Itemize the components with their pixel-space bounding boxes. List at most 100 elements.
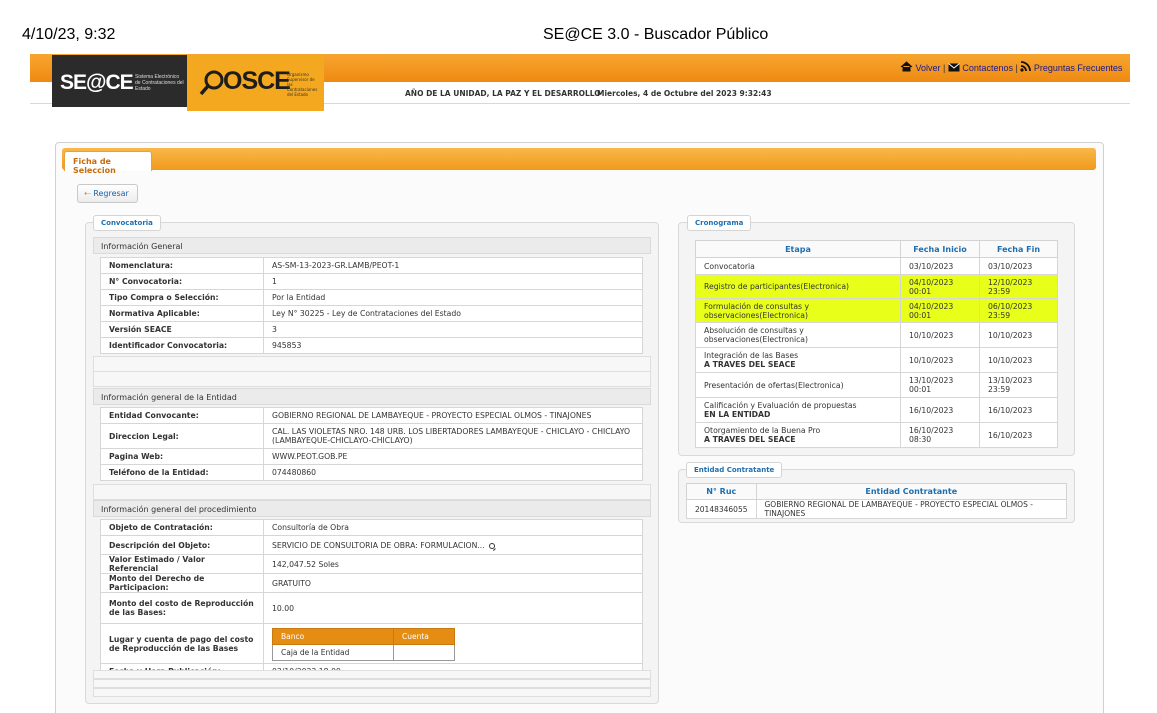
section-spacer xyxy=(93,371,651,387)
field-value: Ley N° 30225 - Ley de Contrataciones del… xyxy=(263,305,643,322)
field-label: Monto del costo de Reproducción de las B… xyxy=(100,592,264,624)
fecha-fin-cell: 16/10/2023 xyxy=(979,397,1058,423)
field-label: Valor Estimado / Valor Referencial xyxy=(100,554,264,574)
info-procedimiento-table: Objeto de Contratación: Consultoría de Ob… xyxy=(100,519,643,680)
volver-link[interactable]: Volver xyxy=(916,63,941,73)
field-value: Por la Entidad xyxy=(263,289,643,306)
etapa-cell: Calificación y Evaluación de propuestas E… xyxy=(695,397,901,423)
field-label: Descripción del Objeto: xyxy=(100,535,264,555)
field-label: Monto del Derecho de Participacion: xyxy=(100,573,264,593)
fecha-fin-cell: 13/10/2023 23:59 xyxy=(979,372,1058,398)
banco-value: Caja de la Entidad xyxy=(272,644,394,661)
table-row: Objeto de Contratación: Consultoría de Ob… xyxy=(100,519,643,536)
field-label: Objeto de Contratación: xyxy=(100,519,264,536)
rss-icon xyxy=(1020,61,1032,72)
time: 00:01 xyxy=(909,385,932,394)
table-row: Integración de las Bases A TRAVES DEL SEA… xyxy=(695,347,1058,373)
etapa-cell: Registro de participantes(Electronica) xyxy=(695,274,901,299)
table-row: Presentación de ofertas(Electronica) 13/1… xyxy=(695,372,1058,398)
time: 23:59 xyxy=(988,385,1011,394)
table-row: Entidad Convocante: GOBIERNO REGIONAL DE … xyxy=(100,407,643,424)
seace-logo-text: SE@CE xyxy=(60,71,134,94)
table-row: 20148346055 GOBIERNO REGIONAL DE LAMBAYEQ… xyxy=(686,499,1067,519)
mail-icon xyxy=(948,63,960,72)
table-row: Calificación y Evaluación de propuestas E… xyxy=(695,397,1058,423)
section-spacer xyxy=(93,356,651,372)
etapa-cell: Presentación de ofertas(Electronica) xyxy=(695,372,901,398)
field-value: 074480860 xyxy=(263,464,643,481)
table-row: Monto del costo de Reproducción de las B… xyxy=(100,592,643,624)
table-row: Otorgamiento de la Buena Pro A TRAVES DEL… xyxy=(695,422,1058,448)
field-label: Direccion Legal: xyxy=(100,423,264,449)
time: 08:30 xyxy=(909,435,932,444)
section-spacer xyxy=(93,679,651,688)
etapa-cell: Absolución de consultas y observaciones(E… xyxy=(695,322,901,348)
entidad-contratante-label: Entidad Contratante xyxy=(686,462,783,478)
field-value: Consultoría de Obra xyxy=(263,519,643,536)
section-spacer xyxy=(93,670,651,679)
fecha-inicio-cell: 16/10/2023 xyxy=(900,397,980,423)
table-row: Absolución de consultas y observaciones(E… xyxy=(695,322,1058,348)
table-row: Pagina Web: WWW.PEOT.GOB.PE xyxy=(100,448,643,465)
field-label: Identificador Convocatoria: xyxy=(100,337,264,354)
entidad-contratante-table: N° Ruc Entidad Contratante 20148346055 GOB… xyxy=(686,483,1067,519)
table-row: Monto del Derecho de Participacion: GRATU… xyxy=(100,573,643,593)
pago-cell: Banco Cuenta Caja de la Entidad xyxy=(263,623,643,664)
seace-logo[interactable]: SE@CE Sistema Electrónico de Contratacio… xyxy=(52,55,187,107)
table-row: Descripción del Objeto: SERVICIO DE CONSU… xyxy=(100,535,643,555)
field-value: SERVICIO DE CONSULTORIA DE OBRA: FORMULA… xyxy=(272,540,485,550)
entidad-cell: GOBIERNO REGIONAL DE LAMBAYEQUE - PROYEC… xyxy=(755,499,1067,519)
etapa-line: Absolución de consultas y xyxy=(704,326,804,335)
fecha-fin-cell: 03/10/2023 xyxy=(979,257,1058,275)
fecha-inicio-cell: 10/10/2023 xyxy=(900,347,980,373)
col-header-fecha-fin: Fecha Fin xyxy=(979,240,1058,258)
etapa-cell: Integración de las Bases A TRAVES DEL SEA… xyxy=(695,347,901,373)
table-header-row: N° Ruc Entidad Contratante xyxy=(686,483,1067,500)
search-detail-icon[interactable] xyxy=(488,542,495,549)
field-value: 3 xyxy=(263,321,643,338)
field-label: Versión SEACE xyxy=(100,321,264,338)
table-row: Nomenclatura: AS-SM-13-2023-GR.LAMB/PEOT-… xyxy=(100,257,643,274)
field-value: CAL. LAS VIOLETAS NRO. 148 URB. LOS LIBE… xyxy=(263,423,643,449)
banco-header: Banco xyxy=(272,628,394,645)
regresar-button[interactable]: ⇠ Regresar xyxy=(77,184,138,203)
fecha-fin-cell: 12/10/2023 23:59 xyxy=(979,274,1058,299)
etapa-line: Calificación y Evaluación de propuestas xyxy=(704,401,857,410)
contactenos-link[interactable]: Contactenos xyxy=(962,63,1013,73)
table-row: Identificador Convocatoria: 945853 xyxy=(100,337,643,354)
etapa-cell: Formulación de consultas y observaciones(… xyxy=(695,298,901,323)
seace-logo-subtitle: Sistema Electrónico de Contrataciones de… xyxy=(135,74,184,92)
fecha-inicio-cell: 13/10/2023 00:01 xyxy=(900,372,980,398)
field-label: Normativa Aplicable: xyxy=(100,305,264,322)
field-value[interactable]: WWW.PEOT.GOB.PE xyxy=(263,448,643,465)
info-general-title: Información General xyxy=(93,237,651,254)
regresar-label: Regresar xyxy=(93,189,129,198)
link-separator: | xyxy=(943,63,946,73)
fecha-fin-cell: 10/10/2023 xyxy=(979,322,1058,348)
tab-ficha-seleccion[interactable]: Ficha de Seleccion xyxy=(64,151,152,175)
etapa-line: Otorgamiento de la Buena Pro xyxy=(704,426,821,435)
preguntas-frecuentes-link[interactable]: Preguntas Frecuentes xyxy=(1034,63,1123,73)
fecha-fin-cell: 10/10/2023 xyxy=(979,347,1058,373)
fecha-inicio-cell: 04/10/2023 00:01 xyxy=(900,298,980,323)
osce-logo[interactable]: OSCE Organismo Supervisor de las Contrat… xyxy=(187,55,324,111)
ruc-cell: 20148346055 xyxy=(686,499,757,519)
info-general-table: Nomenclatura: AS-SM-13-2023-GR.LAMB/PEOT-… xyxy=(100,257,643,354)
table-row: Formulación de consultas y observaciones(… xyxy=(695,298,1058,323)
table-row: Lugar y cuenta de pago del costo de Repr… xyxy=(100,623,643,664)
date: 04/10/2023 xyxy=(909,277,954,287)
etapa-line: observaciones(Electronica) xyxy=(704,310,809,320)
fecha-inicio-cell: 16/10/2023 08:30 xyxy=(900,422,980,448)
table-row: Tipo Compra o Selección: Por la Entidad xyxy=(100,289,643,306)
etapa-line: observaciones(Electronica) xyxy=(704,335,809,344)
fecha-inicio-cell: 04/10/2023 00:01 xyxy=(900,274,980,299)
col-header-entidad: Entidad Contratante xyxy=(755,483,1067,500)
table-row: Teléfono de la Entidad: 074480860 xyxy=(100,464,643,481)
col-header-etapa: Etapa xyxy=(695,240,901,258)
field-label: Entidad Convocante: xyxy=(100,407,264,424)
fecha-fin-cell: 06/10/2023 23:59 xyxy=(979,298,1058,323)
table-row: N° Convocatoria: 1 xyxy=(100,273,643,290)
cuenta-header: Cuenta xyxy=(393,628,455,645)
etapa-place: A TRAVES DEL SEACE xyxy=(704,360,796,369)
field-label: Nomenclatura: xyxy=(100,257,264,274)
